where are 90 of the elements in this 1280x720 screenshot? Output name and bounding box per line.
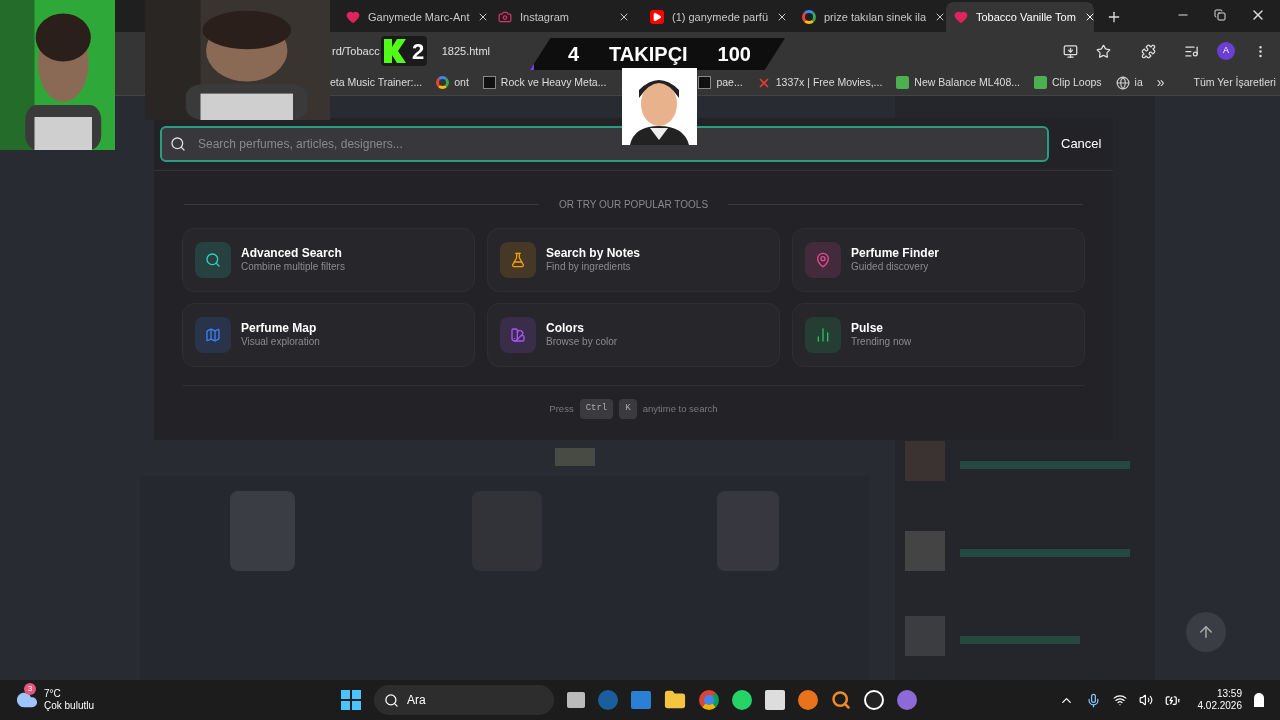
tool-title: Perfume Finder xyxy=(851,246,940,262)
tool-card[interactable]: Perfume Finder Guided discovery xyxy=(792,228,1085,292)
bookmark-item[interactable]: New Balance ML408... xyxy=(896,74,1020,91)
tool-subtitle: Visual exploration xyxy=(241,336,320,349)
bookmark-item[interactable]: pae... xyxy=(698,74,743,91)
taskbar-search[interactable]: Ara xyxy=(374,685,554,715)
bookmark-item[interactable]: eta Music Trainer:... xyxy=(330,74,423,91)
map-icon xyxy=(205,327,221,343)
browser-tab[interactable]: Ganymede Marc-Ant xyxy=(338,2,486,32)
bookmark-item[interactable]: Clip Loops xyxy=(1034,74,1102,91)
restore-icon[interactable] xyxy=(1214,9,1226,21)
search-icon xyxy=(205,252,221,268)
tool-title: Colors xyxy=(546,321,585,337)
new-tab-icon[interactable] xyxy=(1106,9,1122,25)
hint-text: Press xyxy=(549,401,574,416)
app-icon[interactable] xyxy=(798,690,818,710)
google-icon xyxy=(436,76,450,89)
globe-icon xyxy=(1115,75,1130,90)
bookmark-item[interactable]: Rock ve Heavy Meta... xyxy=(482,74,607,91)
close-icon[interactable] xyxy=(618,11,630,23)
browser-tab[interactable]: Tobacco Vanille Tom xyxy=(946,2,1094,32)
k-logo-icon xyxy=(384,39,406,63)
square-icon xyxy=(482,76,496,89)
google-icon xyxy=(802,10,816,24)
media-icon[interactable] xyxy=(1184,43,1199,59)
keyboard-key: Ctrl xyxy=(579,399,614,419)
folder-icon[interactable] xyxy=(664,689,686,711)
tool-subtitle: Trending now xyxy=(851,336,912,349)
tool-title: Search by Notes xyxy=(546,246,641,262)
profile-avatar[interactable]: A xyxy=(1217,42,1235,60)
install-icon[interactable] xyxy=(1063,43,1078,59)
browser-tab[interactable]: prize takılan sinek ila xyxy=(794,2,942,32)
tool-card[interactable]: Advanced Search Combine multiple filters xyxy=(182,228,475,292)
wifi-icon[interactable] xyxy=(1112,693,1127,707)
bookmark-item[interactable]: 1337x | Free Movies,... xyxy=(756,74,883,91)
pin-icon xyxy=(815,252,831,268)
keyboard-key: K xyxy=(619,399,637,419)
search-icon xyxy=(384,692,399,708)
tool-card[interactable]: Pulse Trending now xyxy=(792,303,1085,367)
browser-tab[interactable]: Instagram xyxy=(490,2,638,32)
app-icon[interactable] xyxy=(864,690,884,710)
clock-date[interactable]: 4.02.2026 xyxy=(1197,700,1242,713)
notification-badge: 3 xyxy=(24,683,36,695)
url-text[interactable]: 1825.html xyxy=(441,42,490,60)
close-icon[interactable] xyxy=(776,11,788,23)
follower-banner: 4 TAKIPÇI 100 xyxy=(530,38,785,70)
search-field[interactable]: Search perfumes, articles, designers... xyxy=(160,126,1049,162)
url-text[interactable]: rd/Tobacc xyxy=(332,42,380,60)
tile-icon xyxy=(1034,76,1047,89)
microphone-icon[interactable] xyxy=(1085,692,1101,708)
cancel-button[interactable]: Cancel xyxy=(1061,134,1102,154)
tool-title: Advanced Search xyxy=(241,246,343,262)
swatch-icon xyxy=(510,327,526,343)
browser-tab[interactable]: (1) ganymede parfü xyxy=(642,2,790,32)
temperature-text: 7°C xyxy=(44,687,62,700)
chat-icon[interactable] xyxy=(732,690,752,710)
counter-overlay: 2 xyxy=(381,36,428,66)
hint-text: anytime to search xyxy=(642,401,718,416)
tool-title: Pulse xyxy=(851,321,884,337)
heart-icon xyxy=(954,10,968,24)
tool-card[interactable]: Colors Browse by color xyxy=(487,303,780,367)
star-icon[interactable] xyxy=(1096,43,1111,59)
tool-card[interactable]: Perfume Map Visual exploration xyxy=(182,303,475,367)
tool-subtitle: Browse by color xyxy=(546,336,618,349)
search-icon xyxy=(170,136,186,152)
more-bookmarks[interactable]: » xyxy=(1156,72,1165,93)
tool-title: Perfume Map xyxy=(241,321,318,337)
chrome-icon[interactable] xyxy=(699,690,719,710)
bar-chart-icon xyxy=(815,327,831,343)
tool-subtitle: Guided discovery xyxy=(851,261,930,274)
notifications-icon[interactable] xyxy=(1254,693,1264,707)
camera-icon xyxy=(498,10,512,24)
speaker-icon[interactable] xyxy=(1138,693,1153,707)
heart-icon xyxy=(346,10,360,24)
weather-text: Çok bulutlu xyxy=(44,700,95,713)
extensions-icon[interactable] xyxy=(1141,43,1156,59)
tool-subtitle: Combine multiple filters xyxy=(241,261,345,274)
play-icon xyxy=(650,10,664,24)
bookmark-item[interactable]: ia xyxy=(1115,74,1143,91)
square-icon xyxy=(698,76,712,89)
magnifier-icon[interactable] xyxy=(831,690,851,710)
tool-subtitle: Find by ingredients xyxy=(546,261,632,274)
tile-icon xyxy=(896,76,910,89)
clock-time[interactable]: 13:59 xyxy=(1216,687,1242,700)
section-title: OR TRY OUR POPULAR TOOLS xyxy=(558,198,709,212)
bookmark-item[interactable]: ont xyxy=(436,74,469,91)
start-icon[interactable] xyxy=(341,690,361,710)
flask-icon xyxy=(510,252,526,268)
all-bookmarks-link[interactable]: Tüm Yer İşaretleri xyxy=(1193,74,1276,91)
tool-card[interactable]: Search by Notes Find by ingredients xyxy=(487,228,780,292)
